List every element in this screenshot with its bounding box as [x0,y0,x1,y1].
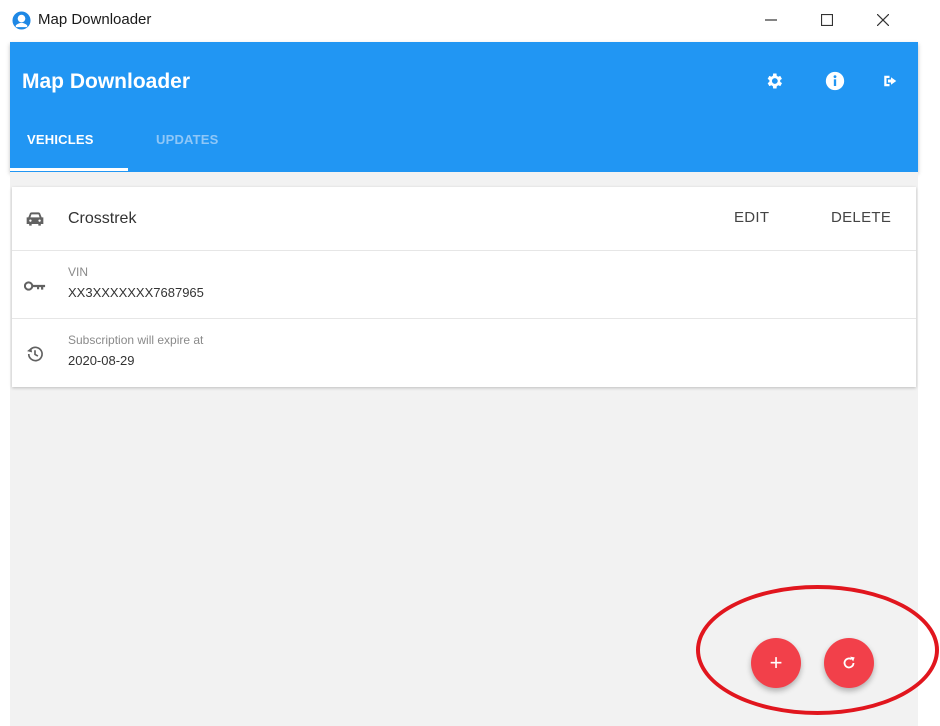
vin-row: VIN XX3XXXXXXX7687965 [12,251,916,319]
delete-button[interactable]: DELETE [825,205,897,230]
app-title: Map Downloader [22,70,191,93]
vehicle-header-row: Crosstrek EDIT DELETE [12,187,916,251]
info-button[interactable] [822,68,848,94]
refresh-icon [843,656,855,669]
minimize-icon [765,19,777,21]
close-icon [877,14,889,26]
app-logo-icon [12,11,31,30]
sign-out-icon [884,75,897,87]
vehicle-name: Crosstrek [68,210,137,227]
window-titlebar: Map Downloader [0,0,940,42]
add-label: + [769,650,783,675]
subscription-label: Subscription will expire at [68,333,204,347]
edit-button[interactable]: EDIT [728,205,775,230]
vin-value: XX3XXXXXXX7687965 [68,285,204,300]
info-icon [825,71,845,91]
vehicle-card: Crosstrek EDIT DELETE VIN XX3XXXXXXX7687… [12,187,916,387]
close-button[interactable] [860,4,906,36]
vin-label: VIN [68,265,89,279]
history-icon [24,343,46,365]
subscription-date: 2020-08-29 [68,353,135,368]
key-icon [24,275,46,297]
window-title: Map Downloader [38,11,152,28]
app-bar: Map Downloader VEHICLES UPDATES [10,42,918,172]
settings-button[interactable] [761,68,787,94]
active-tab-indicator [10,168,128,171]
maximize-icon [821,14,833,26]
sign-out-button[interactable] [878,68,904,94]
subscription-row: Subscription will expire at 2020-08-29 [12,319,916,387]
car-icon [24,208,46,230]
maximize-button[interactable] [804,4,850,36]
refresh-button[interactable] [824,638,874,688]
add-vehicle-button[interactable]: + [751,638,801,688]
minimize-button[interactable] [748,4,794,36]
settings-gear-icon [767,73,782,89]
tab-updates[interactable]: UPDATES [156,132,219,147]
tab-vehicles[interactable]: VEHICLES [27,132,94,147]
